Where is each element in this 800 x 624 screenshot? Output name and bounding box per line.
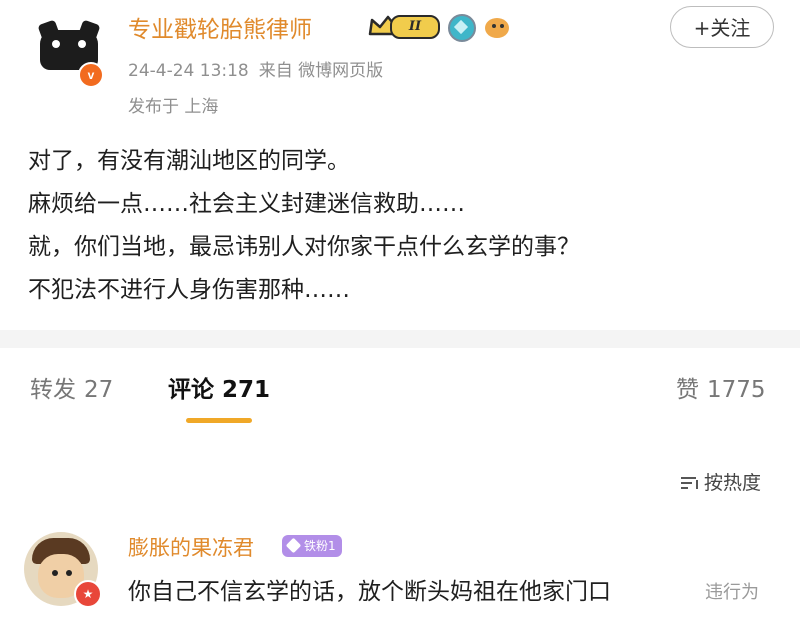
commenter-username[interactable]: 膨胀的果冻君 [128,532,254,562]
post-line: 就，你们当地，最忌讳别人对你家干点什么玄学的事？ [28,234,580,260]
verified-icon: v [78,62,104,88]
post-source: 来自 微博网页版 [258,61,384,81]
tab-comments[interactable]: 评论 271 [168,370,270,404]
post-line: 对了，有没有潮汕地区的同学。 [28,148,350,174]
avatar-eye [78,40,86,48]
post-location: 发布于 上海 [128,97,219,117]
sort-button[interactable]: 按热度 [680,468,761,495]
gem-icon [448,14,476,42]
tab-likes-count: 1775 [707,377,766,403]
fan-badge-label: 铁粉1 [304,539,336,553]
tab-comments-label: 评论 [168,377,214,403]
tab-repost-count: 27 [84,377,114,403]
post-line: 不犯法不进行人身伤害那种…… [28,277,350,303]
post-content: 对了，有没有潮汕地区的同学。 麻烦给一点……社会主义封建迷信救助…… 就，你们当… [28,140,788,312]
tab-repost-label: 转发 [30,377,76,403]
level-badge: II [390,15,440,39]
author-avatar[interactable]: v [34,18,104,88]
sort-icon [681,477,698,489]
diamond-icon [285,537,302,554]
section-divider [0,330,800,348]
comment-text: 你自己不信玄学的话，放个断头妈祖在他家门口 [128,579,611,605]
tab-comments-count: 271 [222,377,271,403]
active-tab-indicator [186,418,252,423]
follow-button[interactable]: +关注 [670,6,774,48]
tab-repost[interactable]: 转发 27 [30,370,113,404]
tab-likes[interactable]: 赞 1775 [676,370,766,404]
avatar-eye [52,40,60,48]
overlay-text: 违行为 [705,578,759,604]
post-line: 麻烦给一点……社会主义封建迷信救助…… [28,191,465,217]
author-username[interactable]: 专业戳轮胎熊律师 [128,10,312,44]
tab-likes-label: 赞 [676,377,699,403]
pet-icon [482,12,512,40]
commenter-badge-icon: ★ [74,580,102,608]
post-timestamp: 24-4-24 13:18 [128,61,249,81]
fan-badge: 铁粉1 [282,535,342,557]
sort-label: 按热度 [704,472,762,494]
post-meta: 24-4-24 13:18 来自 微博网页版 [128,56,383,81]
